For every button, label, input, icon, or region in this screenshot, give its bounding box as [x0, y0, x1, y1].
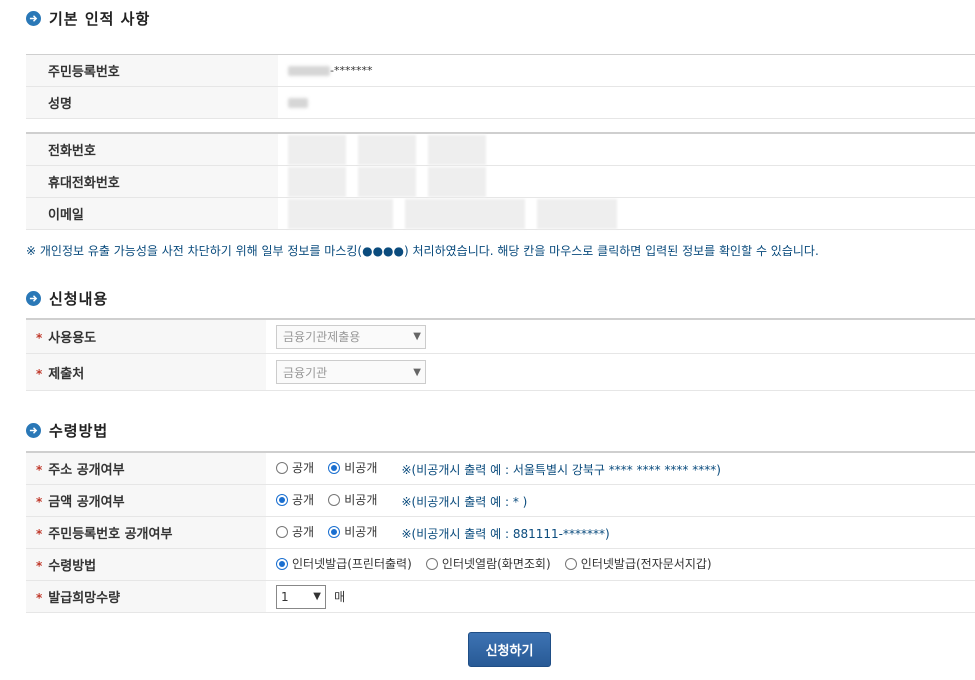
- submit-button[interactable]: 신청하기: [468, 632, 551, 667]
- method-label: * 수령방법: [26, 548, 266, 581]
- table-row: 휴대전화번호: [26, 165, 975, 198]
- qty-select[interactable]: 1 ▼: [276, 584, 326, 609]
- rrn-value[interactable]: -*******: [278, 54, 975, 87]
- method-wallet-radio[interactable]: 인터넷발급(전자문서지갑): [564, 555, 712, 572]
- section-title-request: 신청내용: [26, 288, 108, 309]
- table-row: * 주민등록번호 공개여부 공개 비공개 ※(비공개시 출력 예 : 881111…: [26, 516, 975, 549]
- rrn-private-radio[interactable]: 비공개: [328, 523, 377, 540]
- rrn-hint: ※(비공개시 출력 예 : 881111-*******): [401, 526, 610, 541]
- table-row: 성명: [26, 86, 975, 119]
- mobile-label: 휴대전화번호: [26, 165, 278, 198]
- address-private-radio[interactable]: 비공개: [328, 459, 377, 476]
- submit-to-select[interactable]: 금융기관 ▼: [276, 360, 426, 384]
- mobile-field-1[interactable]: [288, 166, 346, 197]
- submit-to-label: * 제출처: [26, 353, 266, 391]
- address-label: * 주소 공개여부: [26, 452, 266, 485]
- phone-field-2[interactable]: [358, 134, 417, 165]
- table-row: * 제출처 금융기관 ▼: [26, 353, 975, 391]
- name-value[interactable]: [278, 86, 975, 119]
- arrow-right-icon: [26, 423, 41, 438]
- mobile-fields[interactable]: [278, 165, 975, 198]
- mobile-field-2[interactable]: [358, 166, 417, 197]
- phone-fields[interactable]: [278, 133, 975, 166]
- address-public-radio[interactable]: 공개: [276, 459, 314, 476]
- table-row: * 발급희망수량 1 ▼ 매: [26, 580, 975, 613]
- method-print-radio[interactable]: 인터넷발급(프린터출력): [276, 555, 412, 572]
- table-row: * 수령방법 인터넷발급(프린터출력) 인터넷열람(화면조회) 인터넷발급(전자문…: [26, 548, 975, 581]
- amount-label: * 금액 공개여부: [26, 484, 266, 517]
- chevron-down-icon: ▼: [413, 366, 421, 378]
- email-label: 이메일: [26, 197, 278, 230]
- email-id-field[interactable]: [288, 198, 393, 229]
- masking-notice: ※ 개인정보 유출 가능성을 사전 차단하기 위해 일부 정보를 마스킹(●●●…: [26, 244, 819, 258]
- table-row: * 주소 공개여부 공개 비공개 ※(비공개시 출력 예 : 서울특별시 강북구 …: [26, 452, 975, 485]
- rrn-public-radio[interactable]: 공개: [276, 523, 314, 540]
- purpose-label: * 사용용도: [26, 319, 266, 354]
- amount-hint: ※(비공개시 출력 예 : * ): [401, 494, 528, 509]
- address-hint: ※(비공개시 출력 예 : 서울특별시 강북구 **** **** **** *…: [401, 462, 721, 477]
- qty-label: * 발급희망수량: [26, 580, 266, 613]
- receive-table: * 주소 공개여부 공개 비공개 ※(비공개시 출력 예 : 서울특별시 강북구 …: [26, 451, 975, 613]
- purpose-select[interactable]: 금융기관제출용 ▼: [276, 324, 426, 349]
- table-row: 전화번호: [26, 133, 975, 166]
- section-title-receive: 수령방법: [26, 420, 108, 441]
- contact-table: 전화번호 휴대전화번호 이메일: [26, 132, 975, 230]
- table-row: 주민등록번호 -*******: [26, 54, 975, 87]
- name-label: 성명: [26, 86, 278, 119]
- phone-label: 전화번호: [26, 133, 278, 166]
- amount-public-radio[interactable]: 공개: [276, 491, 314, 508]
- table-row: * 금액 공개여부 공개 비공개 ※(비공개시 출력 예 : * ): [26, 484, 975, 517]
- request-table: * 사용용도 금융기관제출용 ▼ * 제출처 금융기관 ▼: [26, 318, 975, 391]
- qty-unit: 매: [334, 589, 346, 604]
- amount-private-radio[interactable]: 비공개: [328, 491, 377, 508]
- email-domain-field[interactable]: [405, 198, 526, 229]
- email-fields[interactable]: [278, 197, 975, 230]
- table-row: 이메일: [26, 197, 975, 230]
- mobile-field-3[interactable]: [428, 166, 487, 197]
- phone-field-3[interactable]: [428, 134, 487, 165]
- arrow-right-icon: [26, 291, 41, 306]
- rrn-disclosure-label: * 주민등록번호 공개여부: [26, 516, 266, 549]
- table-row: * 사용용도 금융기관제출용 ▼: [26, 319, 975, 354]
- basic-info-table: 주민등록번호 -******* 성명: [26, 54, 975, 119]
- email-domain-select[interactable]: [537, 198, 618, 229]
- chevron-down-icon: ▼: [313, 591, 321, 602]
- rrn-label: 주민등록번호: [26, 54, 278, 87]
- section-title-basic: 기본 인적 사항: [26, 8, 150, 29]
- method-view-radio[interactable]: 인터넷열람(화면조회): [425, 555, 551, 572]
- arrow-right-icon: [26, 11, 41, 26]
- phone-field-1[interactable]: [288, 134, 346, 165]
- chevron-down-icon: ▼: [413, 331, 421, 342]
